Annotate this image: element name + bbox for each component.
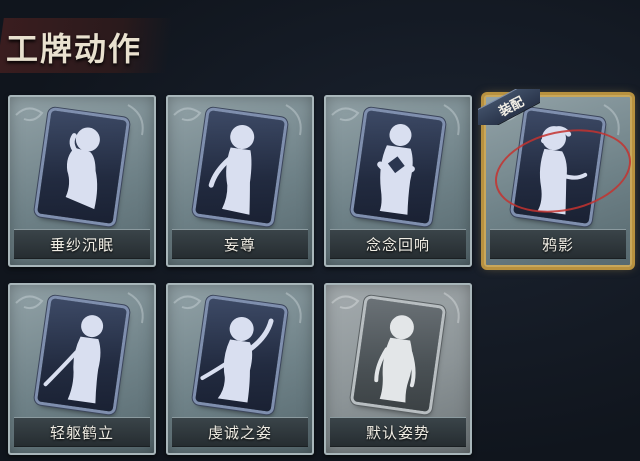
emote-card-2[interactable]: 妄尊 (166, 95, 314, 267)
pose-portrait (353, 110, 443, 224)
pious-figure-icon (200, 316, 274, 403)
hugging-figure-icon (377, 124, 415, 215)
emote-name: 轻躯鹤立 (49, 423, 114, 442)
crane-stance-figure-icon (43, 315, 104, 404)
emote-card-7-default[interactable]: 默认姿势 (324, 283, 472, 455)
default-pose-figure-icon (374, 315, 416, 403)
equipped-badge: 装配 (478, 89, 540, 125)
emote-name-bar: 妄尊 (172, 229, 308, 259)
section-header: 工牌动作 (0, 10, 175, 78)
pose-portrait (37, 298, 127, 412)
emote-name-bar: 鸦影 (490, 229, 626, 259)
pose-portrait (37, 110, 127, 224)
emote-name-bar: 垂纱沉眠 (14, 229, 150, 259)
pose-portrait (195, 110, 285, 224)
emote-card-1[interactable]: 垂纱沉眠 (8, 95, 156, 267)
emote-card-4-equipped[interactable]: 装配 鸦影 (478, 89, 639, 267)
emote-name-bar: 念念回响 (330, 229, 466, 259)
emote-selection-panel: 工牌动作 垂纱沉眠 妄尊 念念回响 装配 鸦影 轻躯鹤立 虔诚之姿 默认姿势 (0, 0, 640, 461)
emote-card-6[interactable]: 虔诚之姿 (166, 283, 314, 455)
equipped-badge-label: 装配 (496, 94, 527, 120)
emote-name: 念念回响 (365, 235, 430, 254)
equipped-ribbon: 装配 (478, 89, 540, 125)
pose-portrait (195, 298, 285, 412)
proud-figure-icon (208, 125, 255, 215)
sleeping-figure-icon (65, 127, 100, 210)
emote-card-3[interactable]: 念念回响 (324, 95, 472, 267)
section-title: 工牌动作 (6, 30, 143, 68)
pose-portrait (353, 298, 443, 412)
emote-name-bar: 轻躯鹤立 (14, 417, 150, 447)
emote-card-5[interactable]: 轻躯鹤立 (8, 283, 156, 455)
emote-name: 鸦影 (541, 235, 574, 254)
emote-name: 垂纱沉眠 (49, 235, 114, 254)
emote-name-bar: 虔诚之姿 (172, 417, 308, 447)
emote-name: 默认姿势 (365, 423, 430, 442)
emote-name: 虔诚之姿 (207, 423, 272, 442)
emote-name: 妄尊 (223, 235, 256, 254)
emote-name-bar: 默认姿势 (330, 417, 466, 447)
